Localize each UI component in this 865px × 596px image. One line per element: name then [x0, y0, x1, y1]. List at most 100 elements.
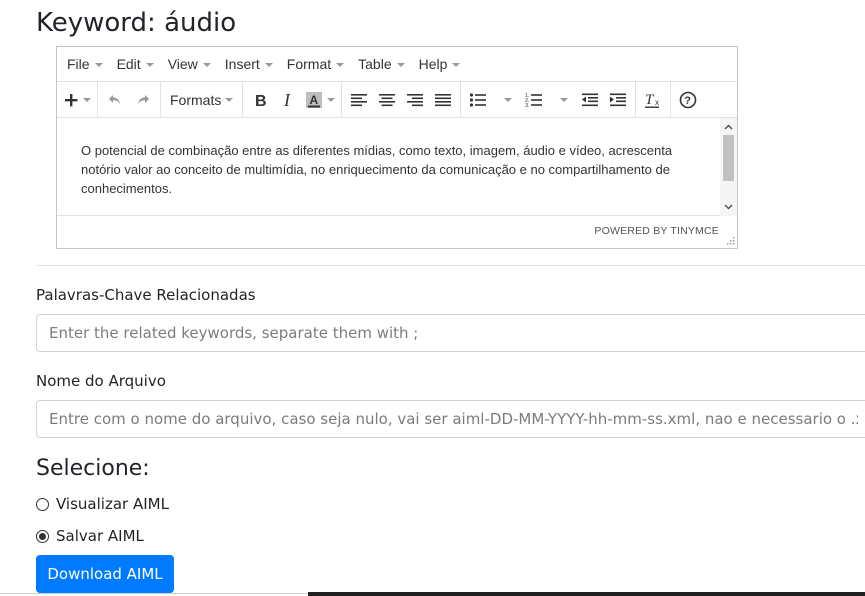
svg-text:?: ? — [685, 95, 692, 107]
undo-button[interactable] — [101, 86, 129, 114]
insert-button[interactable] — [60, 86, 94, 114]
scroll-down-icon[interactable] — [720, 200, 737, 214]
redo-button[interactable] — [129, 86, 157, 114]
text-color-button[interactable]: A — [302, 86, 338, 114]
numbered-list-style-button[interactable] — [548, 86, 576, 114]
rich-text-editor: File Edit View Insert Format Table Help … — [56, 46, 738, 249]
svg-text:I: I — [283, 92, 291, 108]
align-justify-icon — [435, 93, 452, 106]
scrollbar-thumb[interactable] — [723, 135, 734, 181]
editor-statusbar: POWERED BY TINYMCE — [57, 216, 737, 247]
radio-button[interactable] — [36, 497, 49, 511]
bottom-dark-bar — [308, 592, 865, 596]
toolbar-group-text: B I A — [243, 82, 343, 117]
page-title: Keyword: áudio — [36, 8, 237, 38]
menu-file-label: File — [67, 56, 90, 72]
chevron-down-icon — [396, 62, 405, 67]
svg-text:T: T — [645, 92, 655, 108]
indent-icon — [610, 93, 627, 106]
outdent-button[interactable] — [576, 86, 604, 114]
undo-icon — [109, 94, 120, 104]
radio-button-checked[interactable] — [36, 529, 49, 543]
menu-table[interactable]: Table — [351, 47, 411, 81]
indent-button[interactable] — [604, 86, 632, 114]
clear-formatting-icon: Tx — [645, 92, 660, 108]
align-left-button[interactable] — [345, 86, 373, 114]
radio-salvar-aiml[interactable]: Salvar AIML — [36, 527, 144, 545]
bold-button[interactable]: B — [246, 86, 274, 114]
menu-file[interactable]: File — [60, 47, 110, 81]
menu-format[interactable]: Format — [280, 47, 351, 81]
chevron-down-icon — [327, 98, 336, 102]
align-center-button[interactable] — [373, 86, 401, 114]
help-icon: ? — [680, 91, 697, 108]
menu-edit-label: Edit — [116, 56, 141, 72]
bullet-list-style-button[interactable] — [492, 86, 520, 114]
chevron-down-icon — [560, 98, 569, 102]
powered-by-link[interactable]: POWERED BY TINYMCE — [594, 225, 719, 237]
chevron-down-icon — [452, 62, 461, 67]
toolbar-group-formats: Formats — [161, 82, 244, 117]
chevron-down-icon — [225, 98, 234, 102]
clear-formatting-button[interactable]: Tx — [639, 86, 667, 114]
plus-icon — [65, 93, 78, 106]
formats-dropdown[interactable]: Formats — [164, 86, 239, 114]
resize-handle-icon[interactable] — [725, 235, 735, 245]
svg-text:A: A — [310, 93, 319, 107]
menu-format-label: Format — [286, 56, 332, 72]
editor-scrollbar[interactable] — [720, 118, 737, 216]
italic-button[interactable]: I — [274, 86, 302, 114]
select-heading: Selecione: — [36, 456, 150, 481]
download-aiml-button[interactable]: Download AIML — [36, 555, 174, 593]
outdent-icon — [582, 93, 599, 106]
svg-text:3.: 3. — [525, 103, 530, 108]
chevron-down-icon — [83, 98, 91, 102]
menu-edit[interactable]: Edit — [110, 47, 161, 81]
scroll-up-icon[interactable] — [720, 120, 737, 134]
filename-input[interactable] — [36, 400, 865, 438]
toolbar-group-lists: 1. 2. 3. — [461, 82, 637, 117]
align-left-icon — [351, 93, 368, 106]
editor-content-text[interactable]: O potencial de combinação entre as difer… — [81, 141, 711, 198]
chevron-down-icon — [94, 62, 103, 67]
menu-view[interactable]: View — [161, 47, 218, 81]
numbered-list-icon: 1.2.3. — [525, 93, 543, 108]
radio-visualizar-aiml[interactable]: Visualizar AIML — [36, 495, 169, 513]
formats-label: Formats — [170, 91, 222, 108]
align-center-icon — [379, 93, 396, 106]
bottom-edge-line — [0, 593, 308, 594]
radio-salvar-label: Salvar AIML — [56, 527, 144, 545]
chevron-down-icon — [145, 62, 154, 67]
related-keywords-input[interactable] — [36, 314, 865, 352]
toolbar-group-help: ? — [671, 82, 705, 117]
editor-menubar: File Edit View Insert Format Table Help — [57, 47, 737, 82]
section-divider — [36, 265, 865, 266]
chevron-down-icon — [264, 62, 273, 67]
toolbar-group-clear: Tx — [636, 82, 672, 117]
numbered-list-button[interactable]: 1. 2. 3. — [520, 86, 548, 114]
menu-help[interactable]: Help — [412, 47, 468, 81]
svg-text:B: B — [255, 93, 267, 108]
svg-text:x: x — [655, 98, 659, 107]
menu-insert-label: Insert — [224, 56, 260, 72]
bold-icon: B — [255, 93, 267, 108]
align-right-button[interactable] — [401, 86, 429, 114]
editor-toolbar: Formats B I A 1. 2. 3. T x ? — [57, 82, 737, 118]
editor-content-area[interactable]: O potencial de combinação entre as difer… — [57, 118, 737, 216]
related-keywords-label: Palavras-Chave Relacionadas — [36, 286, 256, 304]
redo-icon — [138, 94, 149, 104]
italic-icon: I — [283, 92, 291, 108]
align-right-icon — [407, 93, 424, 106]
text-color-icon: A — [306, 91, 323, 108]
radio-visualizar-label: Visualizar AIML — [56, 495, 169, 513]
menu-table-label: Table — [358, 56, 392, 72]
chevron-down-icon — [336, 62, 345, 67]
chevron-down-icon — [202, 62, 211, 67]
toolbar-group-history — [98, 82, 161, 117]
align-justify-button[interactable] — [429, 86, 457, 114]
chevron-down-icon — [504, 98, 513, 102]
help-button[interactable]: ? — [674, 86, 702, 114]
menu-help-label: Help — [418, 56, 448, 72]
menu-insert[interactable]: Insert — [218, 47, 280, 81]
bullet-list-button[interactable] — [464, 86, 492, 114]
